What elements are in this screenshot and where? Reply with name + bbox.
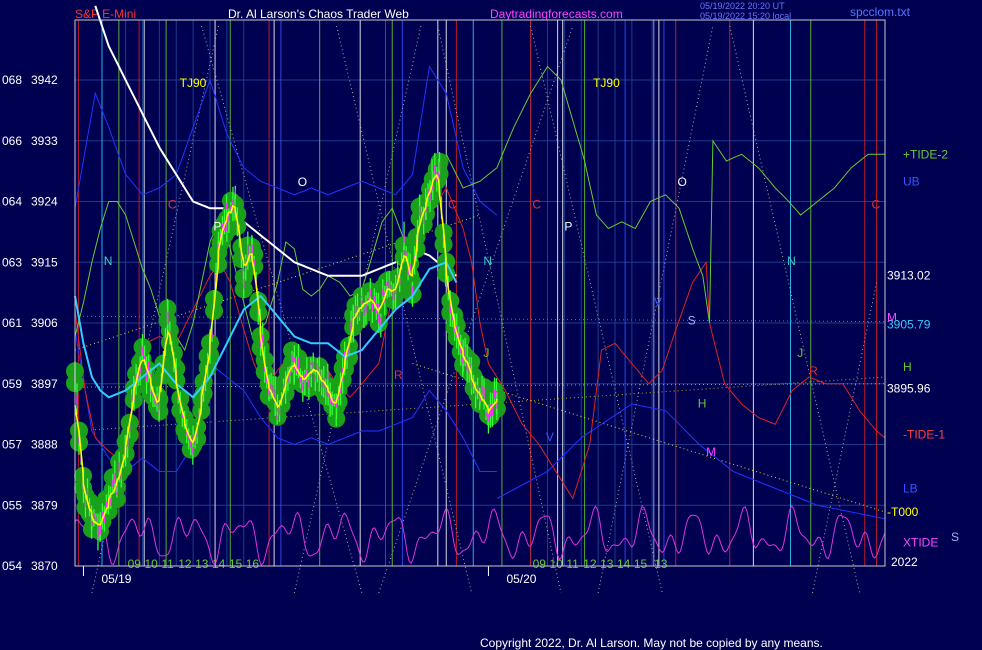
green-dot-trail	[66, 152, 506, 541]
x-tick-label: 11	[161, 557, 174, 571]
right-series-label: 3895.96	[887, 381, 931, 395]
y-tick-price: 3915	[31, 255, 58, 269]
y-tick-cycle: 064	[2, 195, 22, 209]
event-letter: TJ90	[593, 76, 620, 90]
y-tick-cycle: 055	[2, 498, 22, 512]
y-tick-cycle: 063	[2, 255, 22, 269]
right-series-label: XTIDE	[903, 535, 938, 549]
y-tick-cycle: 059	[2, 377, 22, 391]
event-letter: V	[654, 295, 662, 309]
x-tick-label: 15	[229, 557, 243, 571]
x-tick-label: 14	[212, 557, 226, 571]
right-series-label: -TIDE-1	[903, 427, 945, 441]
right-series-label: LB	[903, 481, 918, 495]
chart-svg: S&P E-Mini Dr. Al Larson's Chaos Trader …	[2, 1, 959, 650]
y-tick-cycle: 066	[2, 134, 22, 148]
event-letter: P	[564, 220, 572, 234]
right-series-label: +TIDE-2	[903, 147, 948, 161]
right-series-label: -T000	[887, 505, 919, 519]
event-letter: TJ90	[180, 76, 207, 90]
event-letter: S	[688, 313, 696, 327]
y-tick-price: 3933	[31, 134, 58, 148]
date-label: 05/20	[506, 572, 536, 586]
site-title: Dr. Al Larson's Chaos Trader Web	[228, 7, 409, 21]
right-series-label: M	[887, 311, 897, 325]
x-tick-label: 14	[617, 557, 631, 571]
x-tick-label: 16	[246, 557, 260, 571]
site-url: Daytradingforecasts.com	[490, 7, 623, 21]
event-letter: J	[483, 346, 489, 360]
y-tick-cycle: 057	[2, 438, 22, 452]
dotted-diagonal	[378, 25, 574, 594]
event-letter: C	[168, 197, 177, 211]
event-letter: C	[872, 197, 881, 211]
x-tick-label: 09	[533, 557, 547, 571]
x-tick-label: 09	[128, 557, 142, 571]
event-letter: C	[448, 197, 457, 211]
y-tick-price: 3942	[31, 73, 58, 87]
x-tick-label: 12	[178, 557, 192, 571]
event-letter: J	[797, 346, 803, 360]
x-tick-label: 13	[600, 557, 614, 571]
y-tick-cycle: 068	[2, 73, 22, 87]
event-letter: N	[483, 254, 492, 268]
instrument-title: S&P E-Mini	[75, 7, 136, 21]
copyright: Copyright 2022, Dr. Al Larson. May not b…	[480, 636, 823, 650]
y-tick-price: 3897	[31, 377, 58, 391]
y-tick-cycle: 054	[2, 559, 22, 573]
event-letter: O	[677, 175, 686, 189]
y-tick-price: 3879	[31, 498, 58, 512]
event-letter: R	[394, 368, 403, 382]
dotted-diagonal	[201, 25, 363, 594]
right-series-label: H	[903, 360, 912, 374]
event-letter: R	[809, 364, 818, 378]
year-label: 2022	[891, 555, 918, 569]
right-series-label: S	[951, 530, 959, 544]
file-name: spcclom.txt	[850, 5, 911, 19]
timestamp-ut: 05/19/2022 20:20 UT	[700, 1, 785, 11]
x-tick-label: 13	[654, 557, 668, 571]
x-tick-label: 12	[583, 557, 597, 571]
right-series-label: UB	[903, 174, 920, 188]
x-tick-label: 13	[195, 557, 209, 571]
event-letter: N	[104, 254, 113, 268]
event-letter: P	[213, 220, 221, 234]
x-tick-label: 11	[566, 557, 579, 571]
x-tick-label: 10	[550, 557, 564, 571]
event-letter: C	[532, 197, 541, 211]
date-label: 05/19	[101, 572, 131, 586]
event-letter: H	[698, 396, 707, 410]
background-lines	[74, 20, 886, 594]
event-letter: M	[706, 445, 716, 459]
y-tick-price: 3906	[31, 316, 58, 330]
price-series	[66, 5, 506, 551]
dotted-diagonal	[729, 25, 861, 594]
dotted-diagonal	[811, 282, 878, 594]
right-series-label: 3913.02	[887, 269, 931, 283]
event-letter: O	[298, 175, 307, 189]
y-tick-price: 3924	[31, 195, 58, 209]
event-letter: N	[787, 254, 796, 268]
y-tick-cycle: 061	[2, 316, 22, 330]
lower-band-forecast	[496, 403, 886, 520]
x-tick-label: 15	[634, 557, 648, 571]
chart-labels: +TIDE-2UB3913.023905.79MH3895.96-TIDE-1L…	[104, 76, 959, 550]
tide-green-line	[74, 65, 885, 352]
y-tick-price: 3870	[31, 559, 58, 573]
event-letter: V	[546, 430, 554, 444]
y-tick-price: 3888	[31, 438, 58, 452]
x-tick-label: 10	[145, 557, 159, 571]
